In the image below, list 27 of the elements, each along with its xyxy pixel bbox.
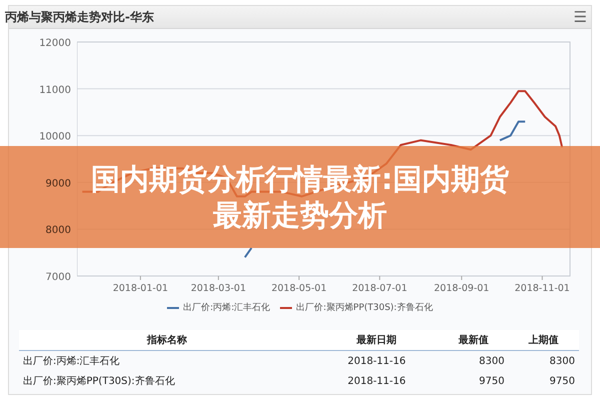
table-cell-text: 9750	[548, 374, 576, 388]
banner-text: 国内期货分析行情最新:国内期货	[91, 161, 509, 197]
x-tick-label: 2018-03-01	[190, 283, 246, 294]
table-cell-text: 2018-11-16	[346, 374, 407, 388]
column-header: 最新日期	[315, 330, 438, 350]
table-cell: 8300	[508, 350, 579, 371]
x-tick-label: 2018-07-01	[352, 283, 408, 294]
column-header: 最新值	[438, 330, 508, 350]
x-tick-label: 2018-11-01	[514, 283, 570, 294]
y-tick-label: 7000	[46, 272, 71, 283]
y-tick-label: 10000	[39, 132, 71, 143]
y-tick-label: 8000	[46, 225, 71, 236]
table-cell: 出厂价:丙烯:汇丰石化	[19, 350, 316, 371]
x-tick-label: 2018-01-01	[112, 283, 168, 294]
x-tick-label: 2018-05-01	[271, 283, 327, 294]
y-tick-label: 9000	[46, 178, 71, 190]
column-header: 指标名称	[19, 330, 316, 350]
table-cell-text: 9750	[478, 374, 506, 388]
y-tick-label: 12000	[39, 38, 71, 49]
table-cell: 2018-11-16	[315, 350, 438, 371]
y-tick-label: 11000	[39, 84, 71, 96]
column-header: 上期值	[508, 330, 579, 350]
x-tick-label: 2018-09-01	[434, 283, 490, 294]
banner-text: 最新走势分析	[213, 197, 387, 233]
table-cell: 8300	[438, 350, 508, 371]
table-cell-text: 出厂价:聚丙烯PP(T30S):齐鲁石化	[22, 374, 176, 389]
panel-title: 丙烯与聚丙烯走势对比-华东	[5, 8, 154, 26]
